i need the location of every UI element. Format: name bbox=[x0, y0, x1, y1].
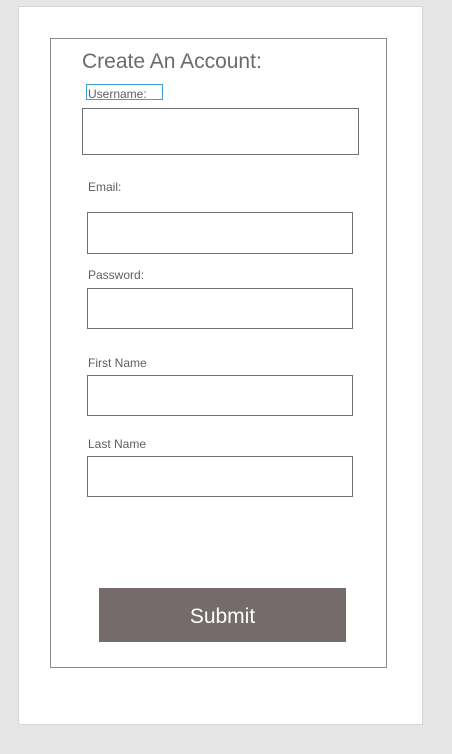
form-title: Create An Account: bbox=[82, 50, 262, 73]
first-name-field[interactable] bbox=[87, 375, 353, 416]
email-label: Email: bbox=[88, 180, 122, 194]
email-field[interactable] bbox=[87, 212, 353, 254]
last-name-label: Last Name bbox=[88, 437, 147, 451]
last-name-field[interactable] bbox=[87, 456, 353, 497]
password-label: Password: bbox=[88, 268, 145, 282]
password-field[interactable] bbox=[87, 288, 353, 329]
submit-button[interactable]: Submit bbox=[99, 588, 346, 642]
first-name-label: First Name bbox=[88, 356, 147, 370]
username-label: Username: bbox=[86, 84, 163, 101]
username-field[interactable] bbox=[82, 108, 359, 155]
